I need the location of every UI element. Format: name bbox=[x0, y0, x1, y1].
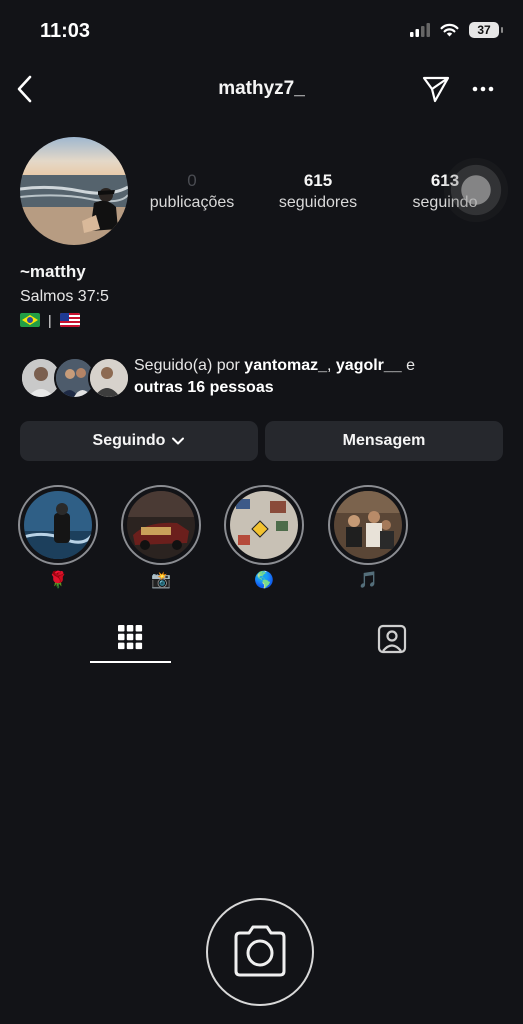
followed-prefix: Seguido(a) por bbox=[134, 357, 245, 374]
active-tab-indicator bbox=[90, 661, 171, 663]
highlight-emoji: 📸 bbox=[151, 572, 171, 589]
flag-separator: | bbox=[48, 312, 52, 328]
highlight-ring bbox=[224, 485, 304, 565]
share-button[interactable] bbox=[421, 74, 451, 104]
mutual-user-1[interactable]: yantomaz_ bbox=[244, 357, 327, 374]
highlight-emoji: 🎵 bbox=[358, 572, 378, 589]
touch-indicator bbox=[444, 158, 508, 222]
highlight-cover bbox=[127, 491, 195, 559]
message-button-label: Mensagem bbox=[342, 432, 426, 449]
highlight-item[interactable]: 📸 bbox=[121, 485, 201, 591]
followed-comma: , bbox=[327, 357, 336, 374]
highlight-emoji: 🌹 bbox=[48, 572, 68, 589]
followers-stat[interactable]: 615 seguidores bbox=[266, 170, 370, 214]
battery-icon: 37 bbox=[469, 22, 503, 38]
highlight-cover bbox=[24, 491, 92, 559]
tab-posts-grid[interactable] bbox=[90, 620, 170, 662]
tab-tagged[interactable] bbox=[372, 620, 412, 660]
mutual-user-2[interactable]: yagolr__ bbox=[336, 357, 402, 374]
bio-text: Salmos 37:5 bbox=[20, 288, 109, 305]
highlight-ring bbox=[121, 485, 201, 565]
highlight-item[interactable]: 🎵 bbox=[328, 485, 408, 591]
signal-icon bbox=[410, 23, 430, 37]
following-button[interactable]: Seguindo bbox=[20, 421, 258, 461]
following-button-label: Seguindo bbox=[92, 432, 166, 449]
tagged-person-icon bbox=[377, 624, 407, 654]
followed-conjunction: e bbox=[401, 357, 416, 374]
mutual-followers-avatars[interactable] bbox=[20, 357, 130, 399]
camera-button[interactable] bbox=[206, 898, 314, 1006]
posts-stat: 0 publicações bbox=[137, 170, 247, 214]
highlight-item[interactable]: 🌹 bbox=[18, 485, 98, 591]
bio-flags: | bbox=[20, 312, 80, 328]
highlight-emoji: 🌎 bbox=[254, 572, 274, 589]
usa-flag-icon bbox=[59, 313, 80, 327]
mutual-avatar bbox=[88, 357, 130, 399]
highlight-ring bbox=[328, 485, 408, 565]
highlight-cover bbox=[334, 491, 402, 559]
posts-count: 0 bbox=[187, 171, 197, 190]
more-options-button[interactable] bbox=[470, 76, 496, 102]
avatar-photo bbox=[20, 137, 128, 245]
profile-avatar[interactable] bbox=[20, 137, 128, 245]
more-horizontal-icon bbox=[472, 86, 494, 92]
highlight-ring bbox=[18, 485, 98, 565]
highlight-item[interactable]: 🌎 bbox=[224, 485, 304, 591]
followers-count: 615 bbox=[303, 171, 333, 190]
followers-label: seguidores bbox=[278, 194, 358, 211]
grid-icon bbox=[118, 625, 143, 650]
wifi-icon bbox=[440, 23, 459, 37]
display-name: ~matthy bbox=[20, 262, 86, 281]
camera-icon bbox=[234, 925, 286, 977]
mutual-followers-text[interactable]: Seguido(a) por yantomaz_, yagolr__ e outr… bbox=[134, 355, 504, 399]
highlight-cover bbox=[230, 491, 298, 559]
posts-label: publicações bbox=[149, 194, 235, 211]
brazil-flag-icon bbox=[20, 313, 40, 327]
message-button[interactable]: Mensagem bbox=[265, 421, 503, 461]
status-icons: 37 bbox=[410, 22, 503, 38]
mutual-others[interactable]: outras 16 pessoas bbox=[134, 379, 274, 396]
status-time: 11:03 bbox=[40, 20, 91, 42]
chevron-down-icon bbox=[172, 437, 185, 445]
paper-plane-icon bbox=[422, 76, 450, 103]
